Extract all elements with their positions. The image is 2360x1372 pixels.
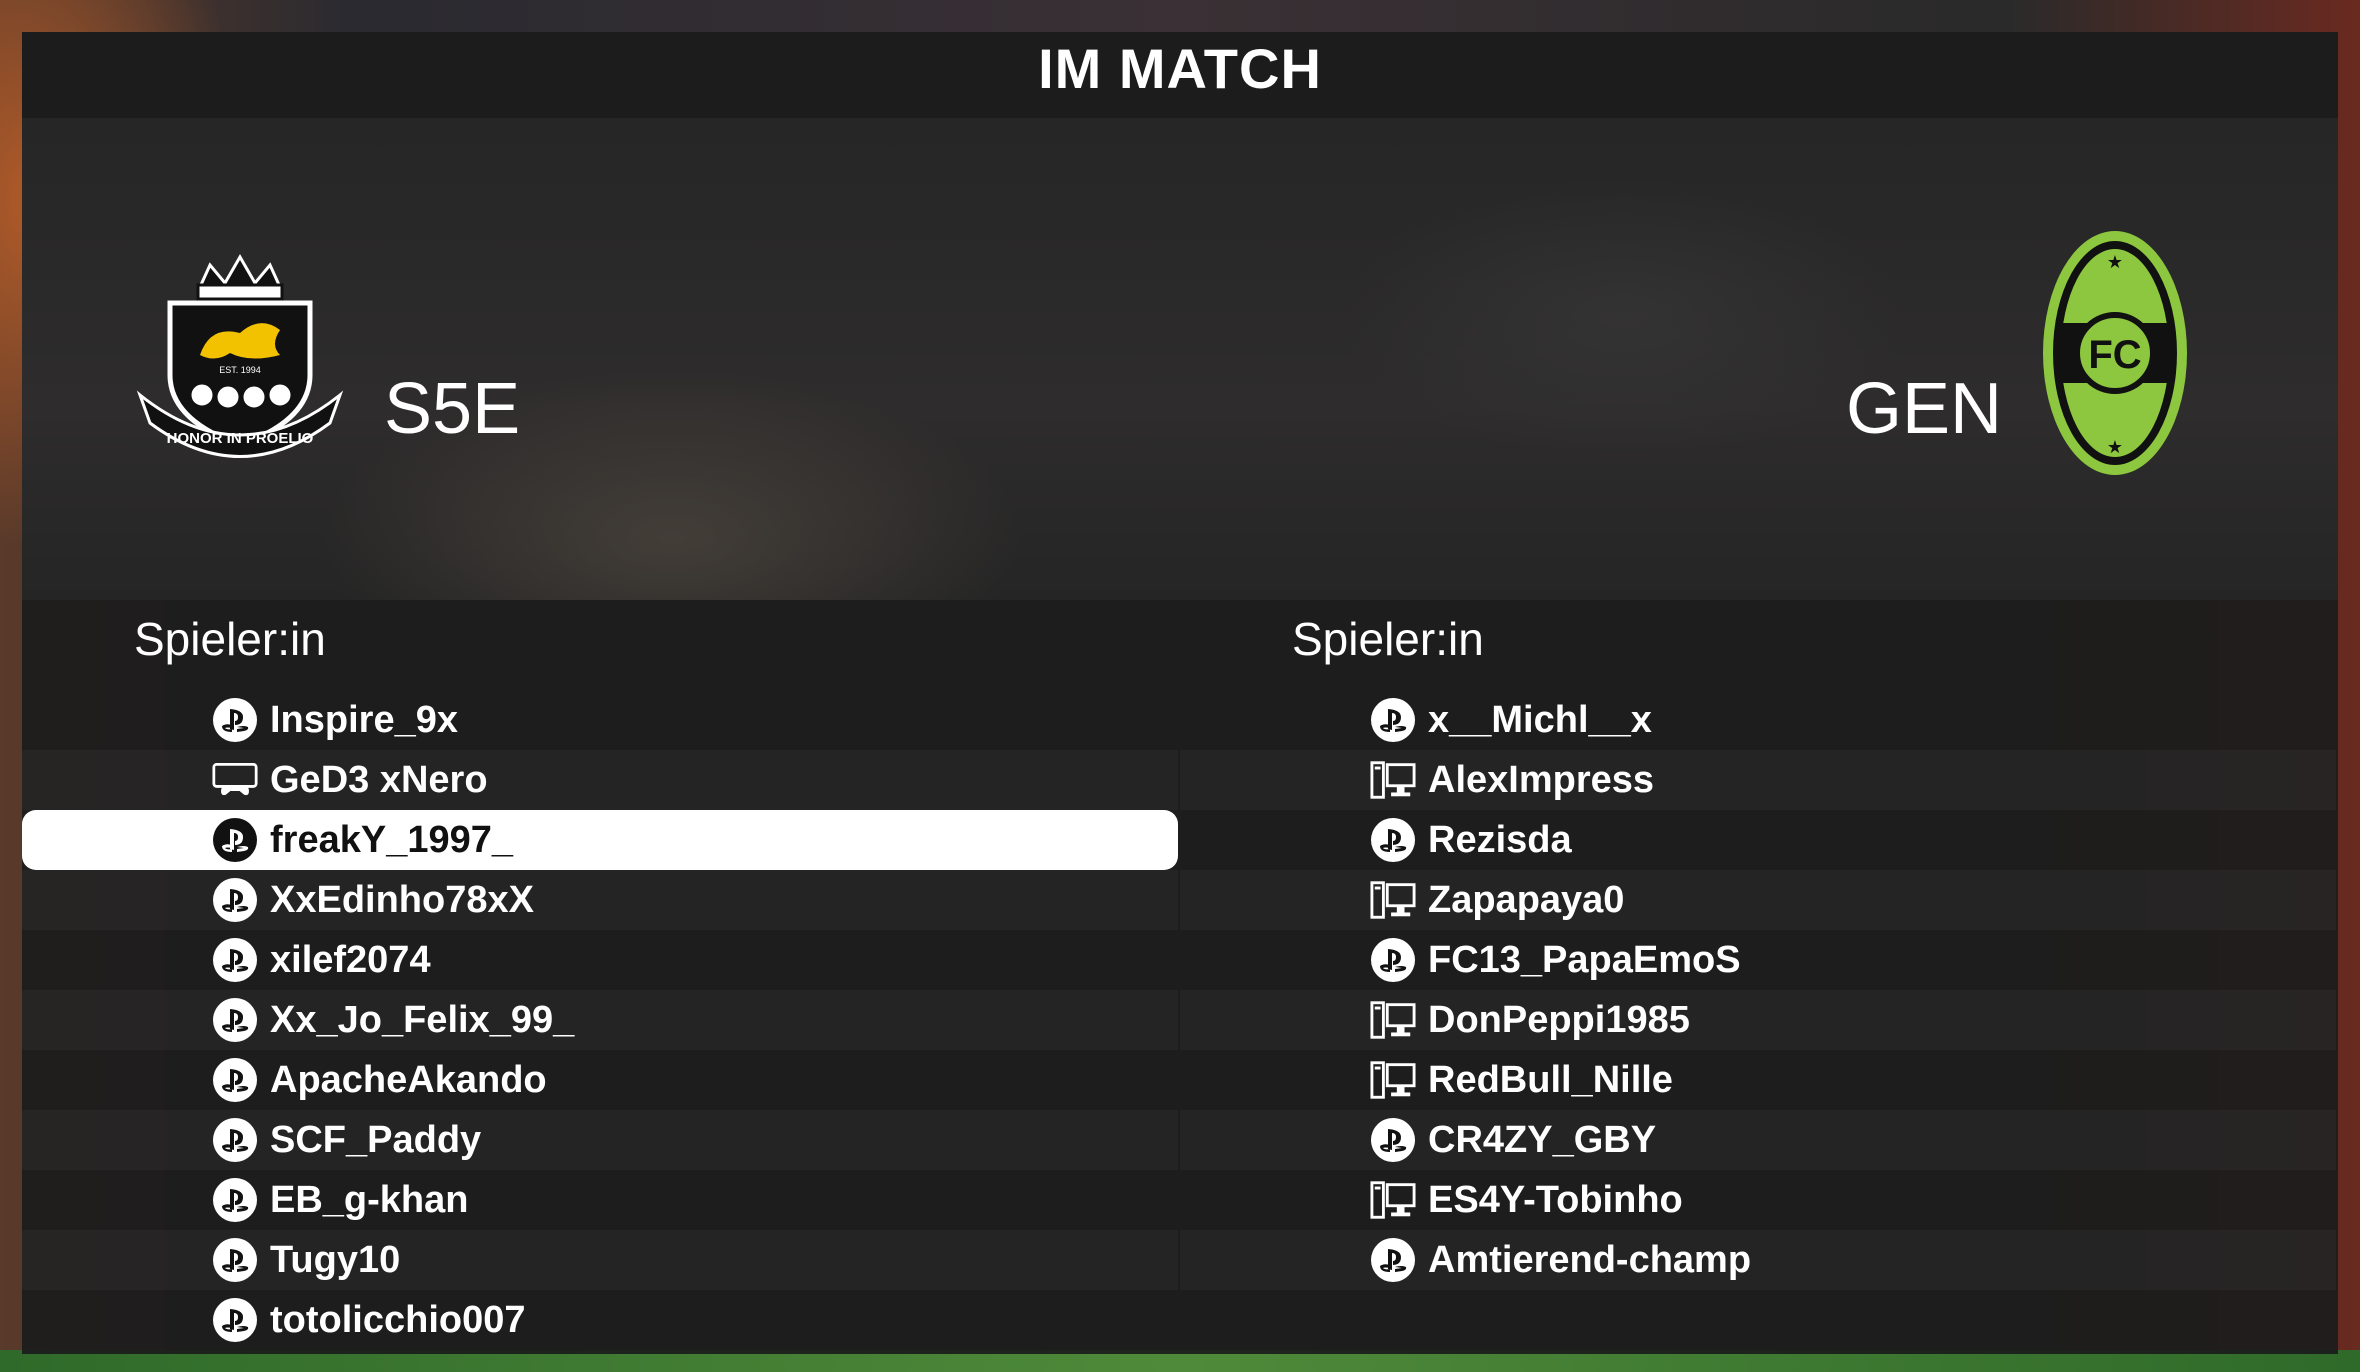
player-name: RedBull_Nille xyxy=(1428,1058,1673,1101)
pc-icon xyxy=(1370,1057,1416,1103)
home-crest-motto: HONOR IN PROELIO xyxy=(167,430,314,447)
svg-text:★: ★ xyxy=(2107,437,2123,457)
player-name: Rezisda xyxy=(1428,818,1572,861)
home-player-row[interactable]: XxEdinho78xX xyxy=(22,870,1178,930)
player-name: Inspire_9x xyxy=(270,698,458,741)
playstation-icon xyxy=(212,697,258,743)
away-crest-letters: FC xyxy=(2088,333,2141,377)
player-name: FC13_PapaEmoS xyxy=(1428,938,1741,981)
home-player-row[interactable]: Inspire_9x xyxy=(22,690,1178,750)
home-player-row[interactable]: GeD3 xNero xyxy=(22,750,1178,810)
player-name: EB_g-khan xyxy=(270,1178,469,1221)
playstation-icon xyxy=(1370,697,1416,743)
player-name: XxEdinho78xX xyxy=(270,878,534,921)
pc-icon xyxy=(1370,877,1416,923)
home-player-row[interactable]: SCF_Paddy xyxy=(22,1110,1178,1170)
player-name: Amtierend-champ xyxy=(1428,1238,1752,1281)
home-player-row[interactable]: Tugy10 xyxy=(22,1230,1178,1290)
player-name: Xx_Jo_Felix_99_ xyxy=(270,998,575,1041)
away-team-abbr: GEN xyxy=(1846,369,2003,449)
away-team-crest: FC ★ ★ xyxy=(2043,231,2187,475)
teams-banner xyxy=(22,118,2338,600)
player-name: SCF_Paddy xyxy=(270,1118,482,1161)
home-player-row[interactable]: freakY_1997_ xyxy=(22,810,1178,870)
pc-icon xyxy=(1370,997,1416,1043)
player-name: ES4Y-Tobinho xyxy=(1428,1178,1683,1221)
player-name: DonPeppi1985 xyxy=(1428,998,1690,1041)
away-player-row[interactable]: AlexImpress xyxy=(1180,750,2336,810)
playstation-icon xyxy=(212,1297,258,1343)
playstation-icon xyxy=(212,1057,258,1103)
player-name: freakY_1997_ xyxy=(270,818,513,861)
home-player-row[interactable]: xilef2074 xyxy=(22,930,1178,990)
away-player-row[interactable]: RedBull_Nille xyxy=(1180,1050,2336,1110)
player-name: Zapapaya0 xyxy=(1428,878,1625,921)
away-player-row[interactable]: x__Michl__x xyxy=(1180,690,2336,750)
away-player-row[interactable]: ES4Y-Tobinho xyxy=(1180,1170,2336,1230)
playstation-icon xyxy=(1370,1117,1416,1163)
player-name: GeD3 xNero xyxy=(270,758,488,801)
player-name: CR4ZY_GBY xyxy=(1428,1118,1657,1161)
playstation-icon xyxy=(212,877,258,923)
home-players-header: Spieler:in xyxy=(134,613,326,665)
home-player-row[interactable]: ApacheAkando xyxy=(22,1050,1178,1110)
away-player-row[interactable]: DonPeppi1985 xyxy=(1180,990,2336,1050)
pc-icon xyxy=(1370,1177,1416,1223)
home-team-crest: HONOR IN PROELIO EST. 1994 xyxy=(136,253,344,458)
playstation-icon xyxy=(212,817,258,863)
playstation-icon xyxy=(1370,817,1416,863)
pc-icon xyxy=(1370,757,1416,803)
player-name: totolicchio007 xyxy=(270,1298,526,1341)
away-player-row[interactable]: FC13_PapaEmoS xyxy=(1180,930,2336,990)
playstation-icon xyxy=(212,1237,258,1283)
console-icon xyxy=(212,757,258,803)
player-name: Tugy10 xyxy=(270,1238,401,1281)
home-crest-est: EST. 1994 xyxy=(219,365,261,375)
svg-text:★: ★ xyxy=(2107,252,2123,272)
away-players-header: Spieler:in xyxy=(1292,613,1484,665)
away-player-list: x__Michl__x AlexImpress Rezisda Zapapaya0 FC… xyxy=(1180,690,2336,1290)
player-name: ApacheAkando xyxy=(270,1058,547,1101)
player-name: x__Michl__x xyxy=(1428,698,1652,741)
away-player-row[interactable]: Zapapaya0 xyxy=(1180,870,2336,930)
away-player-row[interactable]: Amtierend-champ xyxy=(1180,1230,2336,1290)
player-name: xilef2074 xyxy=(270,938,431,981)
player-name: AlexImpress xyxy=(1428,758,1655,801)
playstation-icon xyxy=(212,1177,258,1223)
home-player-row[interactable]: EB_g-khan xyxy=(22,1170,1178,1230)
home-player-row[interactable]: totolicchio007 xyxy=(22,1290,1178,1350)
playstation-icon xyxy=(212,997,258,1043)
page-title: IM MATCH xyxy=(1038,37,1322,100)
away-player-row[interactable]: Rezisda xyxy=(1180,810,2336,870)
home-team-abbr: S5E xyxy=(384,369,521,449)
playstation-icon xyxy=(1370,937,1416,983)
playstation-icon xyxy=(212,937,258,983)
playstation-icon xyxy=(1370,1237,1416,1283)
playstation-icon xyxy=(212,1117,258,1163)
away-player-row[interactable]: CR4ZY_GBY xyxy=(1180,1110,2336,1170)
home-player-row[interactable]: Xx_Jo_Felix_99_ xyxy=(22,990,1178,1050)
home-player-list: Inspire_9x GeD3 xNero freakY_1997_ XxEdinho… xyxy=(22,690,1178,1350)
